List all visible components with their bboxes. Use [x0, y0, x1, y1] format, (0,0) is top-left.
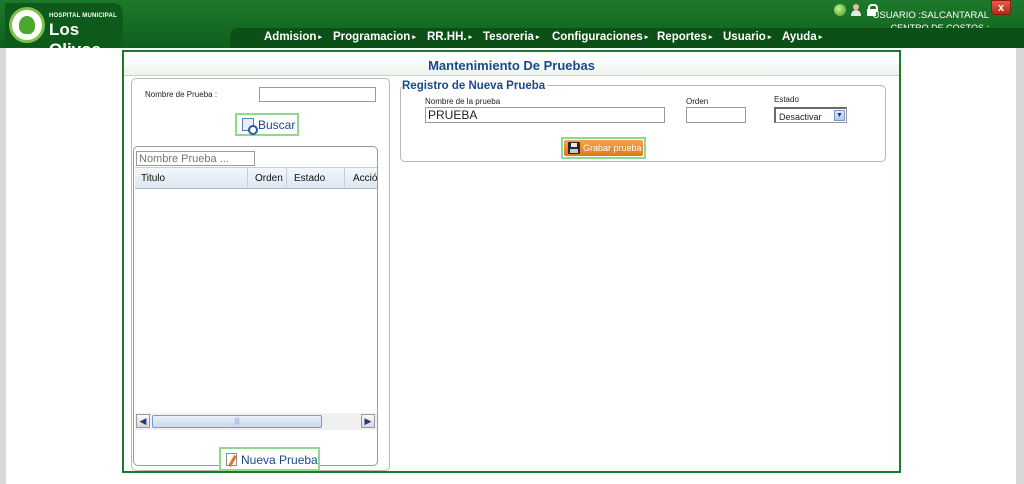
- scroll-right-icon[interactable]: ▶: [361, 414, 375, 428]
- pruebas-grid: Titulo Orden Estado Acción ◀ ||| ▶: [133, 146, 378, 466]
- buscar-button-label: Buscar: [258, 118, 296, 132]
- search-panel: Nombre de Prueba : Buscar Titulo Orden E…: [131, 78, 390, 471]
- chevron-right-icon: ▸: [468, 34, 473, 41]
- menu-item-label: Programacion: [333, 31, 411, 43]
- menu-item-tesoreria[interactable]: Tesoreria ▸: [483, 31, 539, 43]
- scrollbar-thumb[interactable]: |||: [152, 415, 322, 428]
- menu-item-label: Tesoreria: [483, 31, 534, 43]
- floppy-disk-icon: [568, 142, 580, 154]
- menu-item-ayuda[interactable]: Ayuda ▸: [782, 31, 822, 43]
- user-icon[interactable]: [850, 4, 862, 16]
- column-separator[interactable]: [286, 168, 287, 189]
- buscar-button[interactable]: Buscar: [235, 113, 299, 136]
- chevron-right-icon: ▸: [412, 34, 416, 41]
- estado-select[interactable]: Desactivar ▼: [774, 107, 847, 123]
- menu-item-label: RR.HH.: [427, 31, 467, 43]
- current-user-label: USUARIO :SALCANTARAL: [872, 10, 990, 21]
- hospital-logo: HOSPITAL MUNICIPAL Los Olivos: [5, 3, 123, 59]
- menu-item-reportes[interactable]: Reportes ▸: [657, 31, 712, 43]
- menu-item-label: Reportes: [657, 31, 707, 43]
- logo-subtitle: HOSPITAL MUNICIPAL: [49, 13, 117, 19]
- grid-header: Titulo Orden Estado Acción: [135, 167, 377, 189]
- chevron-right-icon: ▸: [818, 34, 823, 41]
- registro-panel: Registro de Nueva Prueba Nombre de la pr…: [400, 80, 886, 162]
- chevron-right-icon: ▸: [535, 34, 540, 41]
- chevron-right-icon: ▸: [318, 34, 322, 41]
- app-header: HOSPITAL MUNICIPAL Los Olivos USUARIO :S…: [0, 0, 1024, 59]
- chevron-right-icon: ▸: [767, 34, 772, 41]
- column-header-estado[interactable]: Estado: [294, 173, 325, 184]
- column-header-titulo[interactable]: Titulo: [141, 173, 165, 184]
- estado-selected-value: Desactivar: [779, 112, 822, 122]
- menu-item-configuraciones[interactable]: Configuraciones ▸: [552, 31, 648, 43]
- column-separator[interactable]: [344, 168, 345, 189]
- filter-input[interactable]: [136, 151, 255, 166]
- main-panel: Mantenimiento De Pruebas Nombre de Prueb…: [122, 50, 901, 473]
- menu-item-programacion[interactable]: Programacion ▸: [333, 31, 416, 43]
- search-name-input[interactable]: [259, 87, 376, 102]
- grabar-prueba-button[interactable]: Grabar prueba: [561, 137, 646, 159]
- menu-item-rrhh[interactable]: RR.HH. ▸: [427, 31, 472, 43]
- grabar-button-face: Grabar prueba: [564, 140, 643, 156]
- estado-label: Estado: [774, 95, 799, 104]
- menu-item-label: Usuario: [723, 31, 766, 43]
- search-icon: [242, 118, 258, 135]
- nombre-prueba-input[interactable]: [425, 107, 665, 123]
- column-header-orden[interactable]: Orden: [255, 173, 283, 184]
- edit-icon: [226, 453, 237, 466]
- horizontal-scrollbar[interactable]: ◀ ||| ▶: [135, 413, 377, 430]
- chevron-right-icon: ▸: [644, 34, 649, 41]
- menu-item-label: Configuraciones: [552, 31, 643, 43]
- orden-label: Orden: [686, 97, 709, 106]
- scroll-left-icon[interactable]: ◀: [136, 414, 150, 428]
- nombre-prueba-label: Nombre de la prueba: [425, 97, 501, 106]
- main-menu-bar: Admision ▸ Programacion ▸ RR.HH. ▸ Tesoreri…: [230, 28, 1024, 48]
- registro-title: Registro de Nueva Prueba: [402, 80, 548, 92]
- column-separator[interactable]: [247, 168, 248, 189]
- grabar-button-label: Grabar prueba: [583, 143, 642, 153]
- globe-icon[interactable]: [834, 4, 846, 16]
- menu-item-label: Admision: [264, 31, 317, 43]
- column-header-accion[interactable]: Acción: [353, 173, 377, 184]
- header-icon-group: [834, 4, 878, 18]
- menu-item-admision[interactable]: Admision ▸: [264, 31, 322, 43]
- nueva-prueba-button[interactable]: Nueva Prueba: [219, 447, 320, 471]
- logo-emblem: [9, 7, 45, 43]
- menu-item-label: Ayuda: [782, 31, 817, 43]
- orden-input[interactable]: [686, 107, 746, 123]
- chevron-right-icon: ▸: [708, 34, 713, 41]
- close-icon[interactable]: x: [991, 0, 1011, 15]
- chevron-down-icon[interactable]: ▼: [834, 110, 845, 121]
- page-title: Mantenimiento De Pruebas: [124, 58, 899, 76]
- search-name-label: Nombre de Prueba :: [145, 90, 218, 99]
- menu-item-usuario[interactable]: Usuario ▸: [723, 31, 771, 43]
- nueva-prueba-label: Nueva Prueba: [241, 453, 318, 467]
